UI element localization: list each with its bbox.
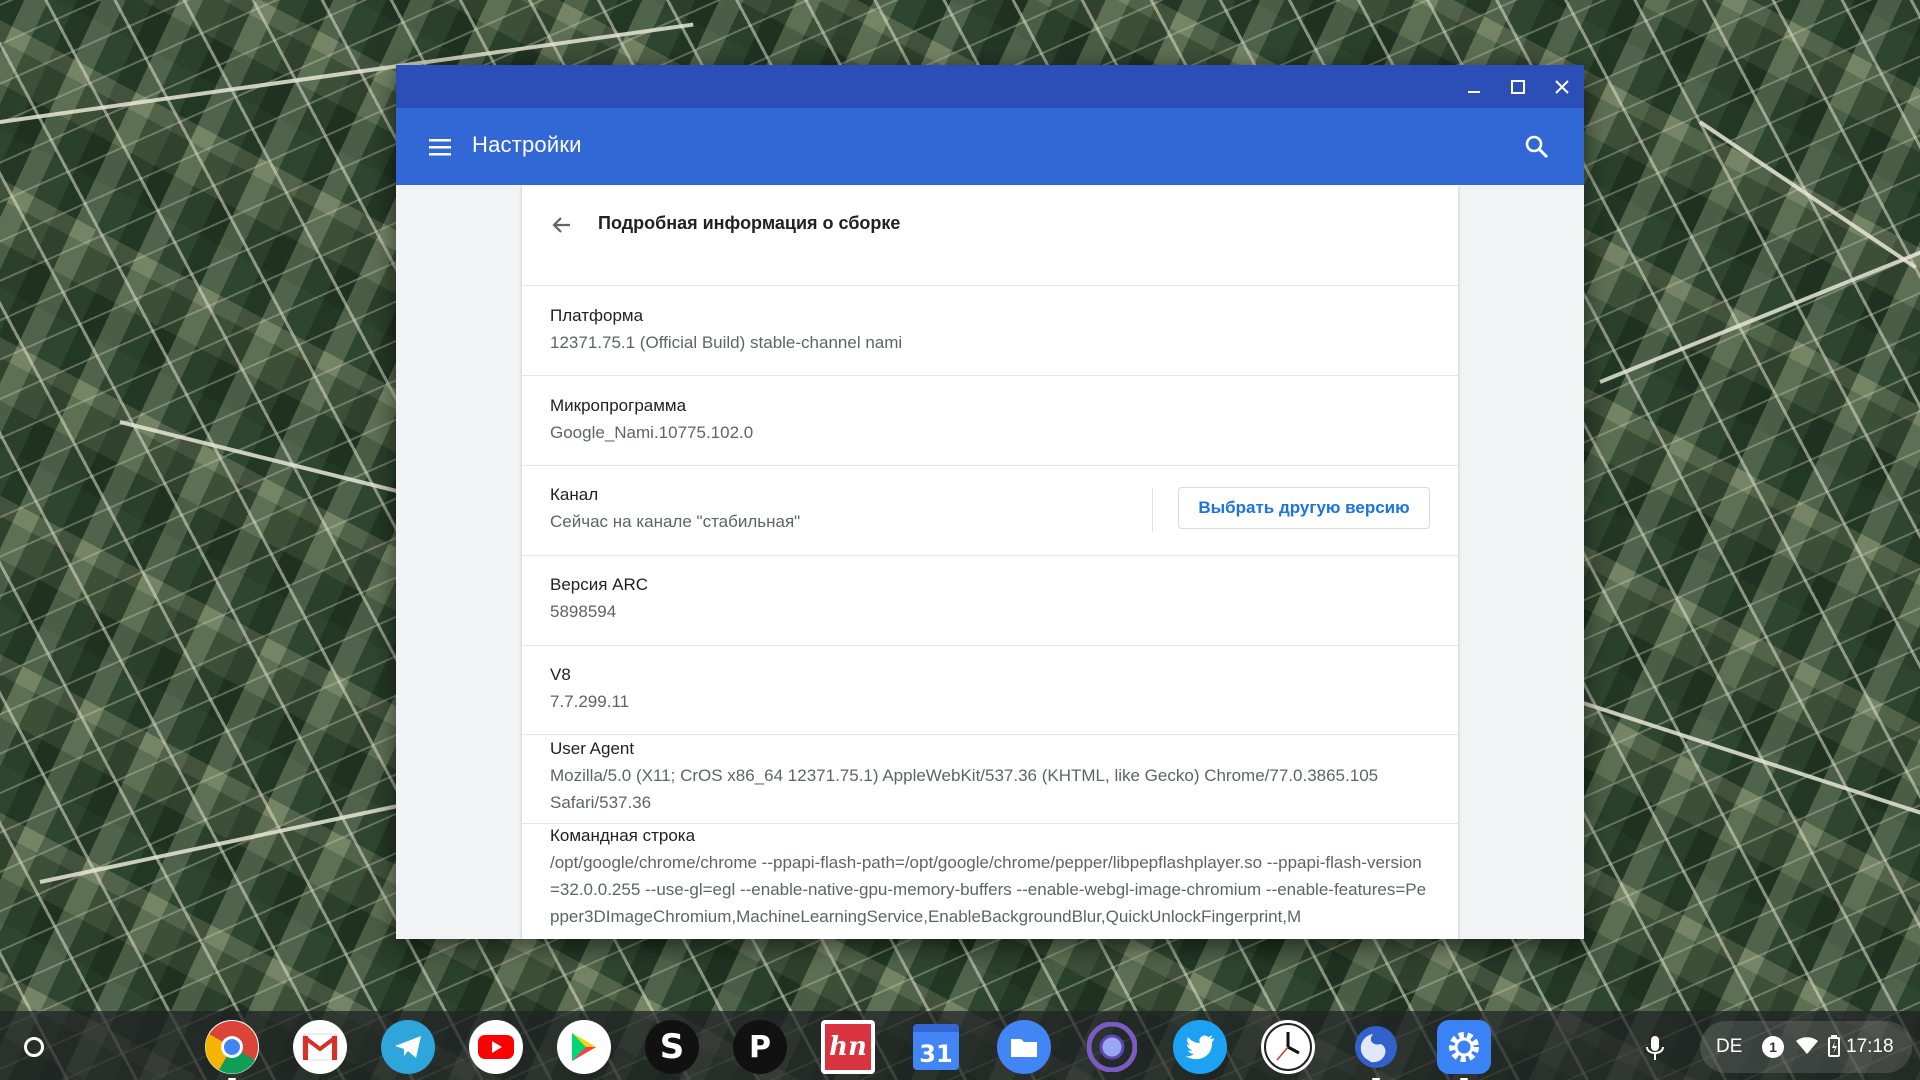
firmware-value: Google_Nami.10775.102.0	[550, 423, 754, 442]
arc-version-value: 5898594	[550, 602, 617, 621]
pocket-casts-glyph: P	[749, 1029, 771, 1065]
calendar-icon[interactable]: 31	[909, 1020, 963, 1074]
system-tray[interactable]: DE 1 17:18	[1700, 1021, 1912, 1073]
maximize-icon[interactable]	[1496, 65, 1540, 108]
firmware-row: Микропрограмма Google_Nami.10775.102.0	[522, 376, 1458, 466]
user-agent-value: Mozilla/5.0 (X11; CrOS x86_64 12371.75.1…	[550, 766, 1379, 812]
slack-glyph: S	[659, 1027, 685, 1067]
settings-toolbar: Настройки	[396, 108, 1584, 185]
arc-version-label: Версия ARC	[550, 575, 649, 594]
close-icon[interactable]	[1540, 65, 1584, 108]
settings-icon[interactable]	[1437, 1020, 1491, 1080]
command-line-value: /opt/google/chrome/chrome --ppapi-flash-…	[550, 853, 1427, 926]
shelf: S P hn 31 DE 1 17:18	[0, 1011, 1920, 1080]
notification-count-badge[interactable]: 1	[1762, 1036, 1784, 1058]
clock-time: 17:18	[1846, 1036, 1894, 1057]
user-agent-row: User Agent Mozilla/5.0 (X11; CrOS x86_64…	[522, 735, 1458, 824]
arc-version-row: Версия ARC 5898594	[522, 556, 1458, 646]
window-titlebar[interactable]	[396, 65, 1584, 108]
calendar-glyph-box: 31	[913, 1024, 959, 1070]
section-title: Подробная информация о сборке	[598, 213, 901, 233]
hamburger-icon[interactable]	[426, 133, 454, 161]
hn-glyph-box: hn	[825, 1024, 871, 1070]
channel-label: Канал	[550, 485, 599, 504]
hn-icon[interactable]: hn	[821, 1020, 875, 1074]
minimize-icon[interactable]	[1452, 65, 1496, 108]
user-agent-label: User Agent	[550, 739, 635, 758]
calendar-glyph: 31	[919, 1040, 953, 1068]
v8-row: V8 7.7.299.11	[522, 646, 1458, 735]
microphone-icon[interactable]	[1636, 1029, 1674, 1067]
page-title: Настройки	[472, 132, 582, 157]
youtube-icon[interactable]	[469, 1020, 523, 1074]
channel-value: Сейчас на канале "стабильная"	[550, 512, 801, 531]
chromium-icon[interactable]	[1085, 1020, 1139, 1074]
hn-glyph: hn	[829, 1032, 867, 1062]
launcher-icon[interactable]	[16, 1029, 52, 1065]
v8-value: 7.7.299.11	[550, 692, 630, 711]
clock-icon[interactable]	[1261, 1020, 1315, 1074]
channel-row: Канал Сейчас на канале "стабильная" Выбр…	[522, 466, 1458, 556]
twitter-icon[interactable]	[1173, 1020, 1227, 1074]
simplenote-icon[interactable]	[1349, 1020, 1403, 1080]
slack-icon[interactable]: S	[645, 1020, 699, 1074]
settings-content[interactable]: Подробная информация о сборке Платформа …	[396, 185, 1584, 939]
firmware-label: Микропрограмма	[550, 396, 687, 415]
gmail-icon[interactable]	[293, 1020, 347, 1074]
platform-row: Платформа 12371.75.1 (Official Build) st…	[522, 286, 1458, 376]
v8-label: V8	[550, 665, 571, 684]
files-icon[interactable]	[997, 1020, 1051, 1074]
ime-indicator[interactable]: DE	[1716, 1036, 1742, 1058]
settings-window: Настройки Подробная информация о сборке …	[396, 65, 1584, 939]
pocket-casts-icon[interactable]: P	[733, 1020, 787, 1074]
telegram-icon[interactable]	[381, 1020, 435, 1074]
divider	[1152, 488, 1153, 532]
search-icon[interactable]	[1522, 132, 1552, 162]
command-line-label: Командная строка	[550, 826, 696, 845]
chrome-icon[interactable]	[205, 1020, 259, 1080]
build-details-card: Подробная информация о сборке Платформа …	[522, 185, 1458, 939]
platform-label: Платформа	[550, 306, 644, 325]
arrow-back-icon[interactable]	[544, 208, 578, 242]
card-header: Подробная информация о сборке	[522, 185, 1458, 286]
platform-value: 12371.75.1 (Official Build) stable-chann…	[550, 333, 903, 352]
play-store-icon[interactable]	[557, 1020, 611, 1074]
change-channel-button[interactable]: Выбрать другую версию	[1178, 487, 1430, 529]
battery-icon	[1828, 1035, 1840, 1063]
wifi-icon	[1796, 1037, 1818, 1061]
